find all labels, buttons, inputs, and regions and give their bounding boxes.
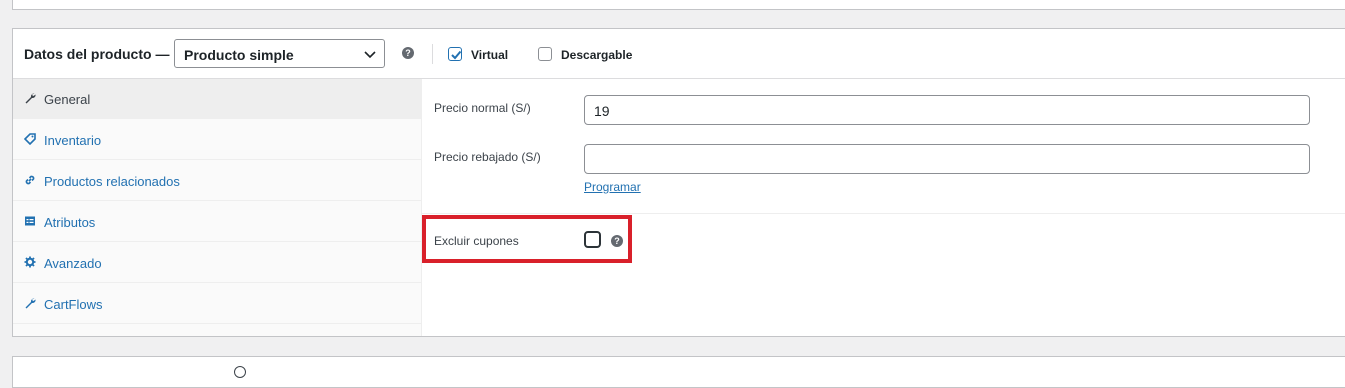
product-data-tabs: General Inventario Productos relacionado… <box>13 79 422 336</box>
question-circle-icon[interactable]: ? <box>402 47 414 59</box>
tab-label: Inventario <box>44 133 102 148</box>
tab-label: Atributos <box>44 215 96 230</box>
section-divider <box>422 213 1345 214</box>
tab-inventario[interactable]: Inventario <box>13 120 421 160</box>
tab-label: Productos relacionados <box>44 174 180 189</box>
sale-price-label: Precio rebajado (S/) <box>434 150 541 164</box>
schedule-link[interactable]: Programar <box>584 180 641 194</box>
tab-label: General <box>44 92 91 107</box>
chevron-down-icon <box>364 51 376 59</box>
product-type-select[interactable]: Producto simple <box>174 39 385 68</box>
regular-price-input[interactable]: 19 <box>584 95 1310 125</box>
virtual-checkbox[interactable] <box>448 47 462 61</box>
exclude-coupons-checkbox[interactable] <box>584 231 601 248</box>
tab-label: CartFlows <box>44 297 103 312</box>
downloadable-label: Descargable <box>561 48 633 62</box>
header-divider <box>432 44 433 64</box>
sale-price-input[interactable] <box>584 144 1310 174</box>
tab-general[interactable]: General <box>13 79 421 119</box>
downloadable-checkbox[interactable] <box>538 47 552 61</box>
wrench-icon <box>25 93 36 104</box>
tab-cartflows[interactable]: CartFlows <box>13 284 421 324</box>
tag-icon <box>24 133 36 145</box>
virtual-label: Virtual <box>471 48 509 62</box>
list-icon <box>25 216 35 226</box>
product-data-header: Datos del producto — Producto simple ? V… <box>13 29 1345 79</box>
exclude-coupons-label: Excluir cupones <box>434 234 519 248</box>
product-type-value: Producto simple <box>184 47 294 63</box>
checkmark-icon <box>451 50 462 60</box>
regular-price-value: 19 <box>594 103 610 119</box>
next-metabox <box>12 356 1345 388</box>
tab-productos-relacionados[interactable]: Productos relacionados <box>13 161 421 201</box>
question-circle-icon[interactable]: ? <box>611 235 623 247</box>
product-data-title: Datos del producto — <box>24 46 170 62</box>
product-data-metabox: Datos del producto — Producto simple ? V… <box>12 28 1345 337</box>
gear-icon <box>24 256 36 268</box>
regular-price-label: Precio normal (S/) <box>434 101 531 115</box>
tab-atributos[interactable]: Atributos <box>13 202 421 242</box>
link-icon <box>25 175 35 185</box>
tab-avanzado[interactable]: Avanzado <box>13 243 421 283</box>
question-circle-icon <box>234 366 246 378</box>
tab-label: Avanzado <box>44 256 102 271</box>
wrench-icon <box>25 298 36 309</box>
previous-metabox <box>12 0 1345 10</box>
